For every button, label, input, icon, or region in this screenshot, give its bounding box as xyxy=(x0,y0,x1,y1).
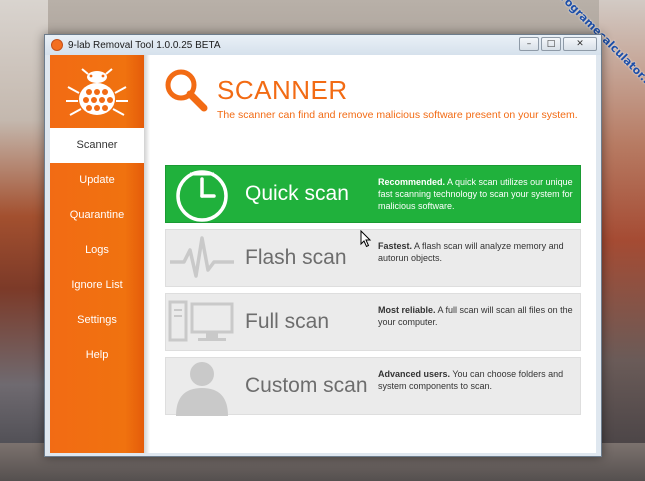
desktop-background-left xyxy=(0,0,48,481)
client-area: Scanner Update Quarantine Logs Ignore Li… xyxy=(50,55,596,453)
computer-icon xyxy=(168,300,234,342)
full-scan-button[interactable]: Full scan Most reliable. A full scan wil… xyxy=(165,293,581,351)
close-button[interactable]: ✕ xyxy=(563,37,597,51)
mouse-cursor-icon xyxy=(360,230,372,248)
flash-scan-desc-bold: Fastest. xyxy=(378,241,413,251)
quick-scan-desc-bold: Recommended. xyxy=(378,177,446,187)
flash-scan-button[interactable]: Flash scan Fastest. A flash scan will an… xyxy=(165,229,581,287)
quick-scan-label: Quick scan xyxy=(245,182,349,205)
sidebar-nav: Scanner Update Quarantine Logs Ignore Li… xyxy=(50,128,144,373)
flash-scan-label: Flash scan xyxy=(245,246,347,269)
page-title: SCANNER xyxy=(217,75,348,105)
app-window: 9-lab Removal Tool 1.0.0.25 BETA – □ ✕ S… xyxy=(44,34,602,457)
sidebar-item-ignore-list[interactable]: Ignore List xyxy=(50,268,144,303)
window-title: 9-lab Removal Tool 1.0.0.25 BETA xyxy=(68,39,221,51)
app-icon xyxy=(51,39,63,51)
bug-logo-icon xyxy=(66,68,128,116)
magnifier-icon xyxy=(165,69,208,112)
custom-scan-desc-bold: Advanced users. xyxy=(378,369,451,379)
full-scan-label: Full scan xyxy=(245,310,330,333)
sidebar-item-quarantine[interactable]: Quarantine xyxy=(50,198,144,233)
quick-scan-description: Recommended. A quick scan utilizes our u… xyxy=(378,176,578,212)
flash-scan-description: Fastest. A flash scan will analyze memor… xyxy=(378,240,578,264)
quick-scan-button[interactable]: Quick scan Recommended. A quick scan uti… xyxy=(165,165,581,223)
custom-scan-description: Advanced users. You can choose folders a… xyxy=(378,368,578,392)
pulse-icon xyxy=(170,236,234,278)
sidebar: Scanner Update Quarantine Logs Ignore Li… xyxy=(50,55,150,453)
sidebar-item-settings[interactable]: Settings xyxy=(50,303,144,338)
clock-icon xyxy=(176,170,228,222)
full-scan-description: Most reliable. A full scan will scan all… xyxy=(378,304,578,328)
user-icon xyxy=(176,362,228,416)
sidebar-item-scanner[interactable]: Scanner xyxy=(50,128,144,163)
custom-scan-label: Custom scan xyxy=(245,374,368,397)
sidebar-item-update[interactable]: Update xyxy=(50,163,144,198)
minimize-button[interactable]: – xyxy=(519,37,539,51)
page-subtitle: The scanner can find and remove maliciou… xyxy=(217,109,578,121)
title-bar[interactable]: 9-lab Removal Tool 1.0.0.25 BETA – □ ✕ xyxy=(45,35,601,55)
sidebar-item-logs[interactable]: Logs xyxy=(50,233,144,268)
sidebar-item-help[interactable]: Help xyxy=(50,338,144,373)
full-scan-desc-bold: Most reliable. xyxy=(378,305,436,315)
window-controls: – □ ✕ xyxy=(517,37,597,51)
maximize-button[interactable]: □ xyxy=(541,37,561,51)
custom-scan-button[interactable]: Custom scan Advanced users. You can choo… xyxy=(165,357,581,416)
